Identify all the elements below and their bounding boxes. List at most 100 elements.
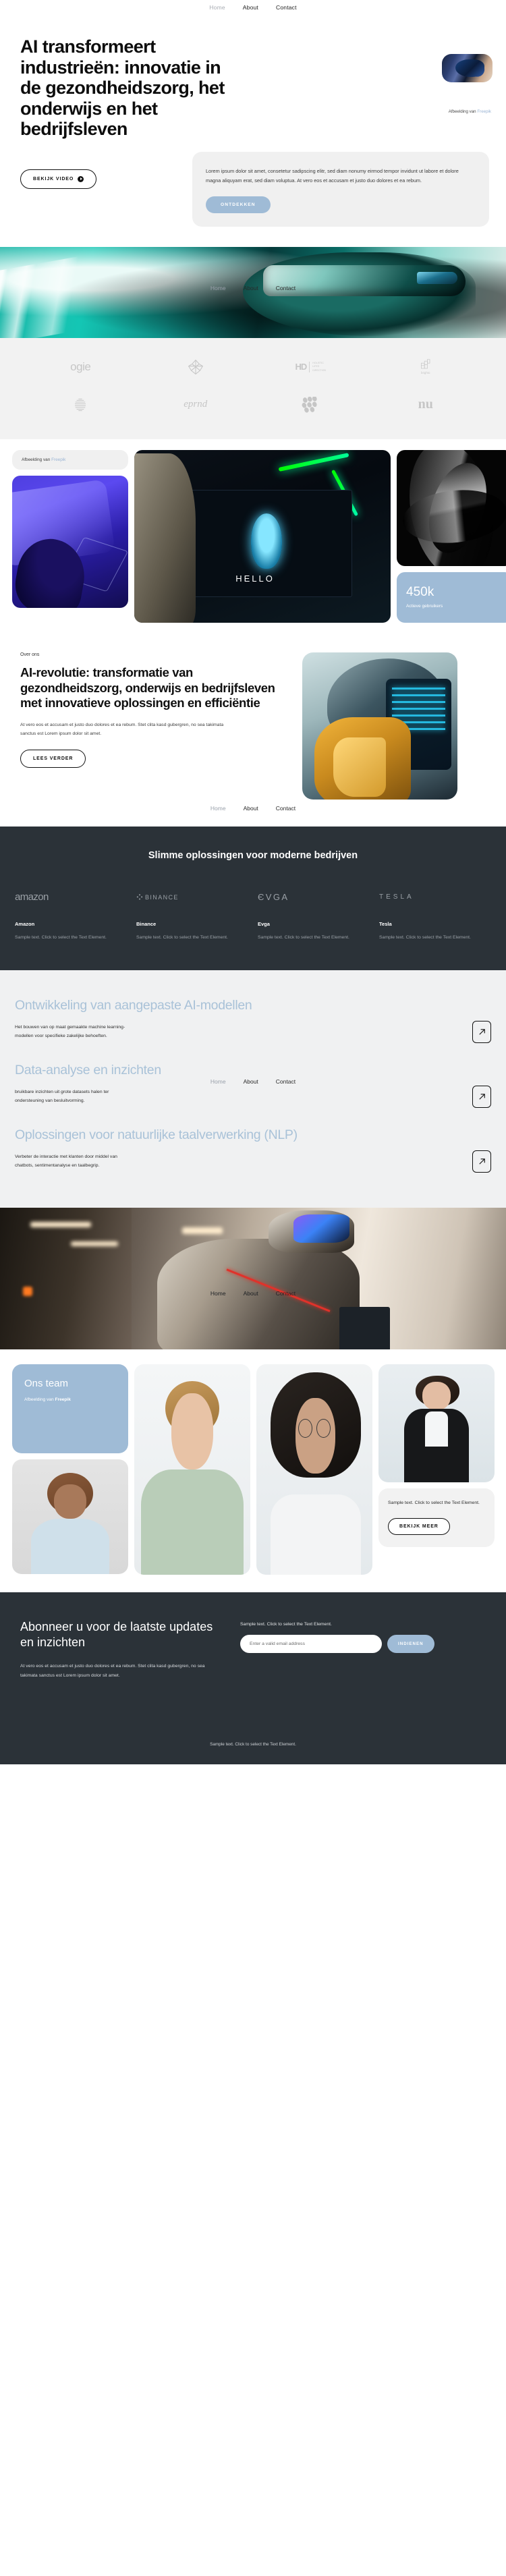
team-photo-member-1: [12, 1459, 128, 1574]
nav-item-home[interactable]: Home: [209, 4, 225, 11]
arrow-up-right-icon[interactable]: [472, 1020, 491, 1043]
ceiling-lamp-2: [71, 1241, 118, 1246]
top-navigation[interactable]: Home About Contact: [0, 0, 506, 15]
tesla-logo-icon: TESLA: [379, 893, 414, 901]
member-3-glasses-right: [316, 1418, 331, 1438]
gallery-credit-prefix: Afbeelding van: [22, 457, 52, 462]
team-photo-member-2: [134, 1364, 250, 1575]
about-body: At vero eos et accusam et justo duo dolo…: [20, 722, 224, 737]
footer-body: At vero eos et accusam et justo duo dolo…: [20, 1664, 205, 1678]
service-row-custom-ai: Het bouwen van op maat gemaakte machine …: [15, 1020, 491, 1043]
footer-section: Abonneer u voor de laatste updates en in…: [0, 1592, 506, 1765]
overlay-nav-contact-vr[interactable]: Contact: [276, 285, 296, 291]
nav-item-about[interactable]: About: [243, 4, 258, 11]
team-section: Ons team Afbeelding van Freepik Sample t…: [0, 1349, 506, 1592]
hero-title: AI transformeert industrieën: innovatie …: [20, 36, 225, 139]
overlay-nav-home-vr[interactable]: Home: [210, 285, 226, 291]
logo-dots-icon: [273, 393, 347, 416]
overlay-navigation-vr[interactable]: Home About Contact: [0, 285, 506, 291]
member-3-shirt: [270, 1494, 361, 1575]
service-title-nlp: Oplossingen voor natuurlijke taalverwerk…: [15, 1127, 298, 1142]
arrow-up-right-icon[interactable]: [472, 1150, 491, 1173]
hero-thumbnail-shape: [455, 59, 484, 78]
partners-section: Slimme oplossingen voor moderne bedrijve…: [0, 826, 506, 970]
overlay-navigation-services[interactable]: Home About Contact: [0, 1078, 506, 1085]
neon-light-decor-1: [278, 453, 349, 472]
services-section: Ontwikkeling van aangepaste AI-modellen …: [0, 970, 506, 1208]
arrow-up-right-icon[interactable]: [472, 1085, 491, 1108]
logo-ogie-icon: ogie: [70, 360, 91, 373]
discover-button[interactable]: ONTDEKKEN: [206, 196, 271, 213]
footer-bottom-text: Sample text. Click to select the Text El…: [210, 1742, 296, 1747]
hero-button-wrap: BEKIJK VIDEO: [0, 152, 192, 189]
gallery-credit-link[interactable]: Freepik: [51, 457, 65, 462]
service-row-nlp: Verbeter de interactie met klanten door …: [15, 1150, 491, 1173]
hero-bottom-row: BEKIJK VIDEO Lorem ipsum dolor sit amet,…: [0, 151, 506, 227]
overlay-nav-about-services[interactable]: About: [244, 1078, 258, 1085]
service-desc-data-analysis: bruikbare inzichten uit grote datasets h…: [15, 1089, 109, 1104]
service-title-data-analysis: Data-analyse en inzichten: [15, 1062, 161, 1077]
team-column-3: [256, 1364, 372, 1575]
robot-banner-section: Home About Contact: [0, 1207, 506, 1349]
member-3-glasses-left: [298, 1418, 312, 1438]
hello-text: HELLO: [235, 573, 275, 584]
hero-section: AI transformeert industrieën: innovatie …: [0, 15, 506, 227]
overlay-nav-about-robot[interactable]: About: [244, 1290, 258, 1297]
team-photo-member-3: [256, 1364, 372, 1575]
about-text-column: Over ons AI-revolutie: transformatie van…: [20, 652, 290, 800]
service-title-custom-ai: Ontwikkeling van aangepaste AI-modellen: [15, 997, 252, 1013]
overlay-nav-contact-services[interactable]: Contact: [276, 1078, 296, 1085]
submit-button[interactable]: INDIENEN: [387, 1634, 434, 1653]
team-credit-prefix: Afbeelding van: [24, 1397, 55, 1402]
service-desc-custom-ai: Het bouwen van op maat gemaakte machine …: [15, 1024, 125, 1039]
about-title: AI-revolutie: transformatie van gezondhe…: [20, 665, 275, 710]
gallery-column-left: Afbeelding van Freepik: [12, 449, 128, 608]
watch-video-label: BEKIJK VIDEO: [33, 176, 74, 181]
read-more-button[interactable]: LEES VERDER: [20, 749, 86, 768]
overlay-nav-contact-robot[interactable]: Contact: [276, 1290, 296, 1297]
view-more-button[interactable]: BEKIJK MEER: [388, 1518, 450, 1536]
overlay-navigation-about[interactable]: Home About Contact: [0, 805, 506, 812]
partner-name-binance: Binance: [136, 920, 157, 927]
team-title-card: Ons team Afbeelding van Freepik: [12, 1364, 128, 1453]
overlay-nav-home-robot[interactable]: Home: [210, 1290, 226, 1297]
service-item-data-analysis[interactable]: Data-analyse en inzichten bruikbare inzi…: [15, 1055, 491, 1120]
logo-row-one: ogie HD HOLISTIC LIFES DIRECTION brighto: [0, 356, 506, 379]
gallery-image-abstract-fluid: [397, 449, 506, 566]
partner-desc-tesla: Sample text. Click to select the Text El…: [379, 934, 471, 940]
ai-face-visual: [251, 513, 283, 569]
partner-name-amazon: Amazon: [15, 920, 35, 927]
overlay-nav-about-about[interactable]: About: [244, 805, 258, 812]
nav-item-contact[interactable]: Contact: [276, 4, 297, 11]
hero-credit-prefix: Afbeelding van: [448, 109, 478, 114]
about-eyebrow: Over ons: [20, 652, 40, 657]
play-icon: [78, 175, 84, 182]
footer-title: Abonneer u voor de laatste updates en in…: [20, 1619, 213, 1650]
vr-lens: [417, 272, 457, 285]
overlay-nav-about-vr[interactable]: About: [244, 285, 258, 291]
partner-name-tesla: Tesla: [379, 920, 392, 927]
gallery-image-workstation: HELLO: [134, 449, 391, 623]
stat-label: Actieve gebruikers: [406, 604, 443, 609]
overlay-nav-contact-about[interactable]: Contact: [276, 805, 296, 812]
evga-logo-icon: ЄVGA: [258, 892, 289, 902]
watch-video-button[interactable]: BEKIJK VIDEO: [20, 169, 97, 189]
overlay-nav-home-services[interactable]: Home: [210, 1078, 226, 1085]
footer-left-column: Abonneer u voor de laatste updates en in…: [20, 1619, 223, 1681]
overlay-navigation-robot[interactable]: Home About Contact: [0, 1290, 506, 1297]
team-card-text: Sample text. Click to select the Text El…: [388, 1500, 480, 1505]
overlay-nav-home-about[interactable]: Home: [210, 805, 226, 812]
hero-credit-link[interactable]: Freepik: [477, 109, 491, 114]
gallery-column-center: HELLO: [134, 449, 391, 623]
team-column-2: [134, 1364, 250, 1575]
team-photo-member-4: [378, 1364, 495, 1482]
team-credit-link[interactable]: Freepik: [55, 1397, 70, 1402]
partner-card-amazon: amazon Amazon Sample text. Click to sele…: [15, 886, 127, 942]
email-input[interactable]: [240, 1634, 382, 1653]
gallery-image-credit: Afbeelding van Freepik: [12, 449, 128, 470]
service-item-custom-ai[interactable]: Ontwikkeling van aangepaste AI-modellen …: [15, 990, 491, 1055]
partner-desc-evga: Sample text. Click to select the Text El…: [258, 934, 349, 940]
logo-row-two: eprnd nu: [0, 393, 506, 416]
active-users-stat-card: 450k Actieve gebruikers: [397, 571, 506, 623]
service-item-nlp[interactable]: Oplossingen voor natuurlijke taalverwerk…: [15, 1120, 491, 1185]
